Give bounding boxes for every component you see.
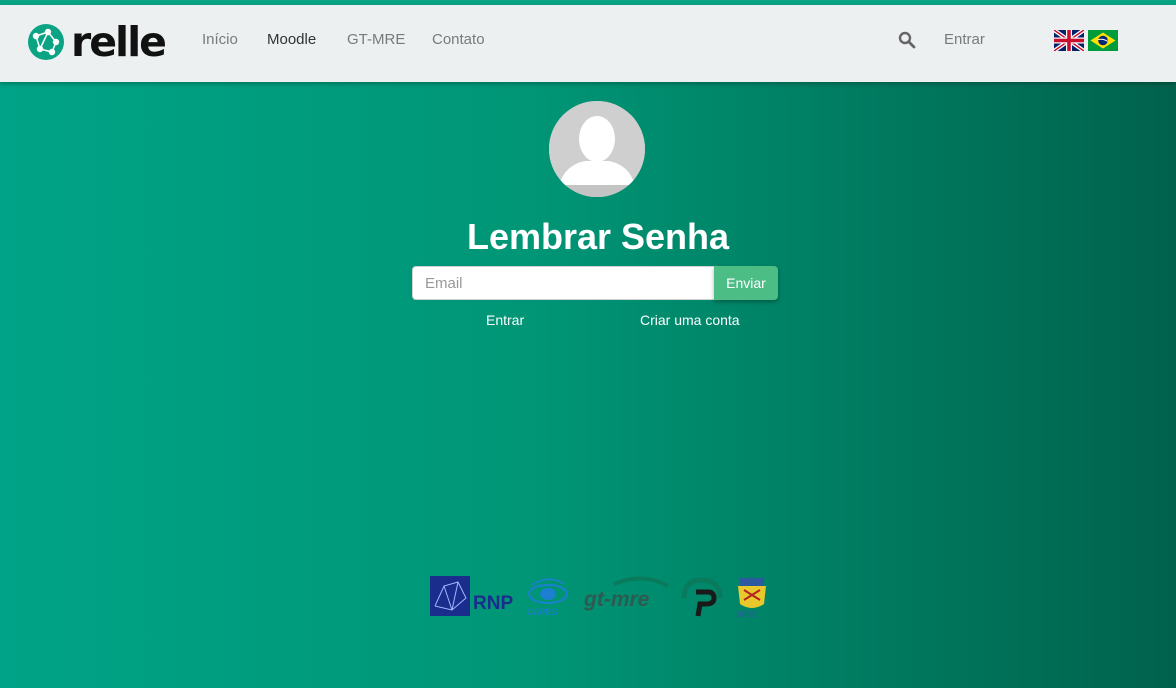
rnp-logo-text: RNP (473, 593, 513, 614)
partner-logos: RNP CAPES gt-mre UFSC (430, 576, 770, 618)
search-icon[interactable] (898, 31, 916, 49)
avatar (549, 101, 645, 197)
english-flag-icon[interactable] (1054, 30, 1084, 51)
submit-button[interactable]: Enviar (714, 266, 778, 300)
navbar: relle Início Moodle GT-MRE Contato Entra… (0, 5, 1176, 82)
nav-link-inicio[interactable]: Início (202, 30, 238, 50)
ufsc-logo[interactable]: UFSC (734, 576, 770, 618)
nav-link-contato[interactable]: Contato (432, 30, 485, 50)
logo[interactable]: relle (26, 18, 167, 66)
capes-logo-text: CAPES (527, 607, 558, 617)
rnp-logo[interactable]: RNP (430, 576, 514, 618)
brazil-flag-icon[interactable] (1088, 30, 1118, 51)
nav-link-gt-mre[interactable]: GT-MRE (347, 30, 405, 50)
nav-login-link[interactable]: Entrar (944, 30, 985, 50)
gt-mre-logo-text: gt-mre (583, 588, 650, 611)
reset-password-form: Enviar (412, 266, 778, 300)
logo-text: relle (71, 18, 167, 66)
ufsc-logo-text: UFSC (736, 610, 758, 618)
lab-logo[interactable] (680, 576, 724, 618)
relle-logo-icon (28, 24, 64, 60)
nav-link-moodle[interactable]: Moodle (267, 30, 316, 50)
register-link[interactable]: Criar uma conta (640, 311, 740, 329)
user-silhouette-icon (549, 101, 645, 197)
capes-logo[interactable]: CAPES (526, 576, 572, 618)
main-content: Lembrar Senha Enviar Entrar Criar uma co… (0, 82, 1176, 688)
page-title: Lembrar Senha (466, 216, 730, 257)
email-input[interactable] (412, 266, 714, 300)
gt-mre-logo[interactable]: gt-mre (582, 576, 672, 618)
login-link[interactable]: Entrar (486, 311, 524, 329)
